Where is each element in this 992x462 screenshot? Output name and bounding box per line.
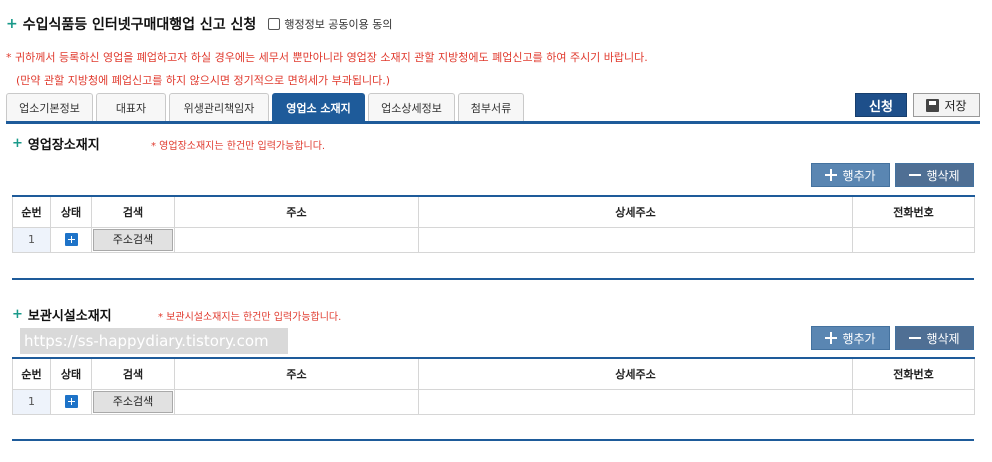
phone-cell[interactable] bbox=[852, 226, 975, 253]
save-button[interactable]: 저장 bbox=[913, 93, 980, 117]
delete-row-label: 행삭제 bbox=[926, 331, 960, 346]
section-title: 보관시설소재지 bbox=[27, 309, 112, 324]
row-search-cell: 주소검색 bbox=[91, 226, 175, 253]
tab-label: 업소상세정보 bbox=[381, 101, 442, 115]
column-header: 순번 bbox=[12, 357, 51, 390]
table-header-row: 순번 상태 검색 주소 상세주소 전화번호 bbox=[12, 195, 975, 228]
address-cell[interactable] bbox=[174, 388, 419, 415]
plus-icon: + bbox=[12, 136, 23, 151]
business-location-table: 순번 상태 검색 주소 상세주소 전화번호 1 주소검색 bbox=[12, 195, 975, 253]
page-title-row: + 수입식품등 인터넷구매대행업 신고 신청 행정정보 공동이용 동의 bbox=[6, 14, 393, 34]
add-row-label: 행추가 bbox=[842, 168, 876, 183]
column-header: 상세주소 bbox=[418, 195, 853, 228]
new-row-plus-icon bbox=[64, 233, 78, 247]
detail-address-cell[interactable] bbox=[418, 226, 853, 253]
save-label: 저장 bbox=[944, 98, 967, 113]
floppy-disk-icon bbox=[926, 98, 940, 112]
column-header: 상태 bbox=[50, 357, 92, 390]
column-header: 상태 bbox=[50, 195, 92, 228]
plus-icon: + bbox=[6, 16, 18, 32]
add-row-button[interactable]: 행추가 bbox=[811, 326, 890, 350]
section-storage-location-title: + 보관시설소재지 bbox=[12, 305, 112, 324]
consent-checkbox-label[interactable]: 행정정보 공동이용 동의 bbox=[268, 16, 393, 32]
page-title: 수입식품등 인터넷구매대행업 신고 신청 bbox=[22, 17, 257, 33]
section-divider bbox=[12, 278, 974, 280]
tab-business-details[interactable]: 업소상세정보 bbox=[368, 93, 455, 121]
tab-representative[interactable]: 대표자 bbox=[96, 93, 166, 121]
table-row: 1 주소검색 bbox=[12, 226, 975, 253]
section-title: 영업장소재지 bbox=[27, 138, 100, 153]
column-header: 전화번호 bbox=[852, 357, 975, 390]
tab-label: 대표자 bbox=[115, 101, 147, 115]
column-header: 전화번호 bbox=[852, 195, 975, 228]
plus-icon: + bbox=[12, 307, 23, 322]
tab-label: 업소기본정보 bbox=[19, 101, 80, 115]
column-header: 주소 bbox=[174, 195, 419, 228]
tab-attachments[interactable]: 첨부서류 bbox=[458, 93, 524, 121]
tab-business-location[interactable]: 영업소 소재지 bbox=[272, 93, 365, 121]
section-divider bbox=[12, 439, 974, 441]
column-header: 주소 bbox=[174, 357, 419, 390]
row-number: 1 bbox=[12, 388, 51, 415]
row-number: 1 bbox=[12, 226, 51, 253]
plus-icon bbox=[825, 169, 838, 181]
tab-hygiene-manager[interactable]: 위생관리책임자 bbox=[169, 93, 269, 121]
section-business-location-title: + 영업장소재지 bbox=[12, 134, 100, 153]
apply-button[interactable]: 신청 bbox=[855, 93, 907, 117]
warning-line-2: (만약 관할 지방청에 폐업신고를 하지 않으시면 정기적으로 면허세가 부과됩… bbox=[16, 74, 391, 87]
row-search-cell: 주소검색 bbox=[91, 388, 175, 415]
storage-location-table: 순번 상태 검색 주소 상세주소 전화번호 1 주소검색 bbox=[12, 357, 975, 415]
consent-label: 행정정보 공동이용 동의 bbox=[284, 18, 393, 31]
watermark: https://ss-happydiary.tistory.com bbox=[20, 328, 288, 354]
row-status bbox=[50, 226, 92, 253]
delete-row-label: 행삭제 bbox=[926, 168, 960, 183]
column-header: 순번 bbox=[12, 195, 51, 228]
phone-cell[interactable] bbox=[852, 388, 975, 415]
consent-checkbox[interactable] bbox=[268, 18, 281, 30]
address-search-button[interactable]: 주소검색 bbox=[93, 390, 173, 413]
new-row-plus-icon bbox=[64, 395, 78, 409]
table-row: 1 주소검색 bbox=[12, 388, 975, 415]
delete-row-button[interactable]: 행삭제 bbox=[895, 326, 974, 350]
add-row-label: 행추가 bbox=[842, 331, 876, 346]
section-note: * 보관시설소재지는 한건만 입력가능합니다. bbox=[158, 312, 342, 323]
tab-underline bbox=[6, 121, 980, 124]
column-header: 검색 bbox=[91, 357, 175, 390]
column-header: 상세주소 bbox=[418, 357, 853, 390]
section-note: * 영업장소재지는 한건만 입력가능합니다. bbox=[151, 141, 326, 152]
tab-label: 영업소 소재지 bbox=[286, 101, 351, 115]
address-cell[interactable] bbox=[174, 226, 419, 253]
row-status bbox=[50, 388, 92, 415]
apply-label: 신청 bbox=[869, 99, 893, 115]
tab-label: 위생관리책임자 bbox=[183, 101, 255, 115]
tab-label: 첨부서류 bbox=[470, 101, 512, 115]
minus-icon bbox=[909, 332, 922, 344]
tab-business-basic[interactable]: 업소기본정보 bbox=[6, 93, 93, 121]
column-header: 검색 bbox=[91, 195, 175, 228]
address-search-button[interactable]: 주소검색 bbox=[93, 228, 173, 251]
warning-line-1: * 귀하께서 등록하신 영업을 폐업하고자 하실 경우에는 세무서 뿐만아니라 … bbox=[6, 51, 648, 64]
delete-row-button[interactable]: 행삭제 bbox=[895, 163, 974, 187]
detail-address-cell[interactable] bbox=[418, 388, 853, 415]
plus-icon bbox=[825, 332, 838, 344]
minus-icon bbox=[909, 169, 922, 181]
add-row-button[interactable]: 행추가 bbox=[811, 163, 890, 187]
tab-bar: 업소기본정보 대표자 위생관리책임자 영업소 소재지 업소상세정보 첨부서류 bbox=[6, 93, 527, 121]
table-header-row: 순번 상태 검색 주소 상세주소 전화번호 bbox=[12, 357, 975, 390]
